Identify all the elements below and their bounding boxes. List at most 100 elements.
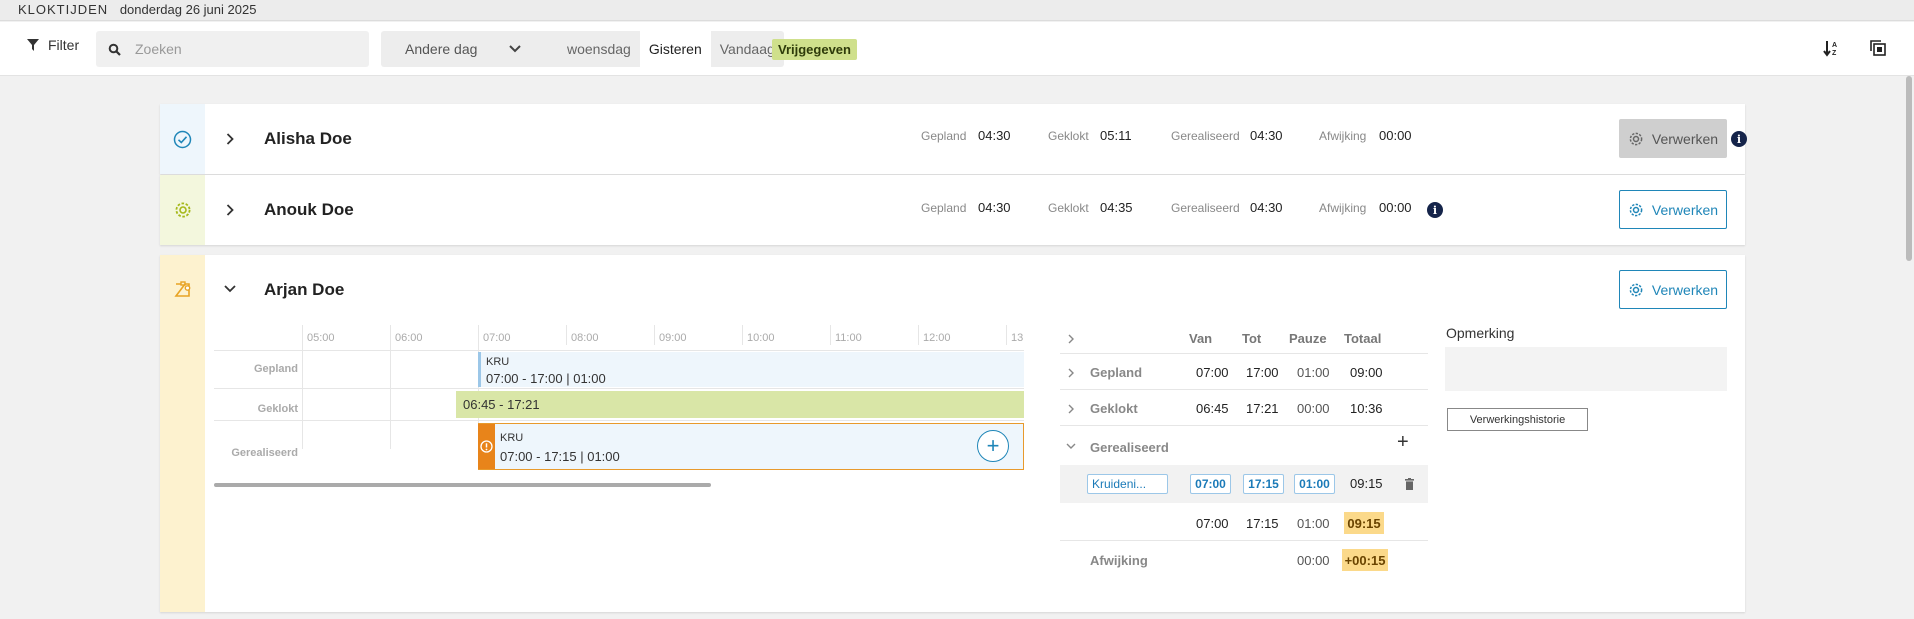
detail-label-gerealiseerd: Gerealiseerd bbox=[1090, 440, 1169, 455]
verwerken-button[interactable]: Verwerken bbox=[1619, 190, 1727, 229]
gepland-tot: 17:00 bbox=[1246, 365, 1279, 380]
day-button-woensdag[interactable]: woensdag bbox=[541, 31, 640, 67]
detail-label-afwijking: Afwijking bbox=[1090, 553, 1148, 568]
title-bar: KLOKTIJDEN donderdag 26 juni 2025 bbox=[0, 0, 1914, 21]
detail-label-geklokt: Geklokt bbox=[1090, 401, 1138, 416]
filter-icon bbox=[27, 39, 39, 51]
detail-divider bbox=[1060, 425, 1428, 426]
entry-tot-chip[interactable]: 17:15 bbox=[1243, 474, 1284, 494]
hour-gridline bbox=[830, 325, 831, 345]
warning-marker bbox=[478, 424, 495, 469]
gerealiseerd-time: 07:00 - 17:15 | 01:00 bbox=[500, 449, 620, 464]
afwijking-label: Afwijking bbox=[1319, 129, 1367, 143]
status-strip bbox=[160, 255, 205, 612]
verwerken-button[interactable]: Verwerken bbox=[1619, 119, 1727, 158]
gerealiseerd-entry-row: Kruideni... 07:00 17:15 01:00 09:15 bbox=[1060, 465, 1428, 503]
geklokt-pauze: 00:00 bbox=[1297, 401, 1330, 416]
current-date: donderdag 26 juni 2025 bbox=[119, 2, 257, 17]
employee-name: Anouk Doe bbox=[264, 200, 354, 219]
clipboard-icon bbox=[174, 281, 191, 297]
gerealiseerd-bar[interactable]: KRU 07:00 - 17:15 | 01:00 + bbox=[478, 423, 1024, 470]
filter-button[interactable]: Filter bbox=[26, 37, 79, 53]
copy-icon[interactable] bbox=[1869, 39, 1887, 57]
opmerking-label: Opmerking bbox=[1446, 325, 1515, 341]
detail-divider bbox=[1060, 353, 1428, 354]
search-input[interactable] bbox=[135, 41, 335, 57]
gerealiseerd-code: KRU bbox=[500, 432, 524, 444]
timeline: 05:00 06:00 07:00 08:00 09:00 10:00 11:0… bbox=[214, 325, 1024, 475]
verwerken-button[interactable]: Verwerken bbox=[1619, 270, 1727, 309]
toolbar: Filter Andere dag woensdag Gisteren Vand… bbox=[0, 22, 1914, 76]
chevron-right-icon[interactable] bbox=[226, 133, 234, 145]
geklokt-bar[interactable]: 06:45 - 17:21 bbox=[456, 391, 1024, 418]
verwerkingshistorie-button[interactable]: Verwerkingshistorie bbox=[1447, 408, 1588, 431]
svg-text:Z: Z bbox=[1832, 50, 1837, 57]
department-chip[interactable]: Kruideni... bbox=[1087, 474, 1168, 494]
warning-icon bbox=[480, 440, 493, 453]
afwijking-totaal: +00:15 bbox=[1342, 549, 1388, 571]
sum-van: 07:00 bbox=[1196, 516, 1229, 531]
hour-label: 09:00 bbox=[659, 332, 687, 344]
employee-card-arjan: Arjan Doe Verwerken 05:00 06:00 07:00 08… bbox=[160, 255, 1745, 612]
geklokt-tot: 17:21 bbox=[1246, 401, 1279, 416]
geklokt-label: Geklokt bbox=[1048, 201, 1089, 215]
gepland-label: Gepland bbox=[921, 129, 967, 143]
trash-icon[interactable] bbox=[1405, 478, 1414, 490]
hour-label: 11:00 bbox=[835, 332, 862, 344]
chevron-down-icon[interactable] bbox=[224, 285, 236, 293]
search-icon bbox=[108, 43, 121, 56]
add-entry-icon[interactable]: + bbox=[1397, 431, 1409, 454]
hour-label: 12:00 bbox=[923, 332, 951, 344]
header-van: Van bbox=[1189, 331, 1213, 346]
verwerken-label: Verwerken bbox=[1651, 281, 1719, 298]
entry-van-chip[interactable]: 07:00 bbox=[1190, 474, 1231, 494]
chevron-right-icon[interactable] bbox=[226, 204, 234, 216]
entry-pauze-chip[interactable]: 01:00 bbox=[1294, 474, 1335, 494]
row-label-gepland: Gepland bbox=[253, 363, 298, 375]
sort-icon[interactable]: A Z bbox=[1823, 39, 1839, 57]
row-label-gerealiseerd: Gerealiseerd bbox=[231, 447, 298, 459]
chevron-right-icon[interactable] bbox=[1068, 334, 1074, 344]
search-box[interactable] bbox=[96, 31, 369, 67]
hour-gridline bbox=[302, 325, 303, 449]
page-scrollbar[interactable] bbox=[1906, 76, 1912, 261]
hour-label: 08:00 bbox=[571, 332, 599, 344]
day-button-gisteren[interactable]: Gisteren bbox=[639, 31, 711, 67]
opmerking-field[interactable] bbox=[1445, 347, 1727, 391]
verwerken-label: Verwerken bbox=[1651, 130, 1719, 147]
gear-icon bbox=[1629, 203, 1643, 216]
gepland-bar[interactable]: KRU 07:00 - 17:00 | 01:00 bbox=[478, 352, 1024, 387]
app-title: KLOKTIJDEN bbox=[18, 2, 109, 17]
info-icon[interactable]: i bbox=[1427, 202, 1443, 218]
afwijking-value: 00:00 bbox=[1379, 200, 1412, 215]
chevron-right-icon[interactable] bbox=[1068, 404, 1074, 414]
sum-tot: 17:15 bbox=[1246, 516, 1279, 531]
hour-label: 06:00 bbox=[395, 332, 423, 344]
gepland-label: Gepland bbox=[921, 201, 967, 215]
hour-label: 07:00 bbox=[483, 332, 511, 344]
day-selector: Andere dag woensdag Gisteren Vandaag bbox=[381, 31, 784, 67]
afwijking-value: 00:00 bbox=[1379, 128, 1412, 143]
chevron-right-icon[interactable] bbox=[1068, 368, 1074, 378]
hour-gridline bbox=[654, 325, 655, 345]
hour-gridline bbox=[742, 325, 743, 345]
detail-label-gepland: Gepland bbox=[1090, 365, 1143, 380]
chevron-down-icon[interactable] bbox=[1066, 443, 1076, 449]
gear-icon bbox=[1629, 132, 1643, 145]
hour-gridline bbox=[566, 325, 567, 345]
geklokt-label: Geklokt bbox=[1048, 129, 1089, 143]
gear-icon bbox=[1629, 283, 1643, 296]
info-icon[interactable]: i bbox=[1731, 131, 1747, 147]
entry-totaal: 09:15 bbox=[1350, 476, 1383, 491]
timeline-scrollbar[interactable] bbox=[214, 483, 711, 487]
timeline-divider bbox=[214, 350, 1024, 351]
other-day-dropdown[interactable]: Andere dag bbox=[381, 31, 541, 67]
detail-divider bbox=[1060, 389, 1428, 390]
gepland-time: 07:00 - 17:00 | 01:00 bbox=[486, 371, 606, 386]
timeline-divider bbox=[214, 388, 1024, 389]
gerealiseerd-value: 04:30 bbox=[1250, 200, 1283, 215]
add-shift-button[interactable]: + bbox=[977, 430, 1009, 462]
svg-text:A: A bbox=[1832, 42, 1837, 49]
gepland-code: KRU bbox=[486, 356, 510, 368]
hour-label: 05:00 bbox=[307, 332, 335, 344]
